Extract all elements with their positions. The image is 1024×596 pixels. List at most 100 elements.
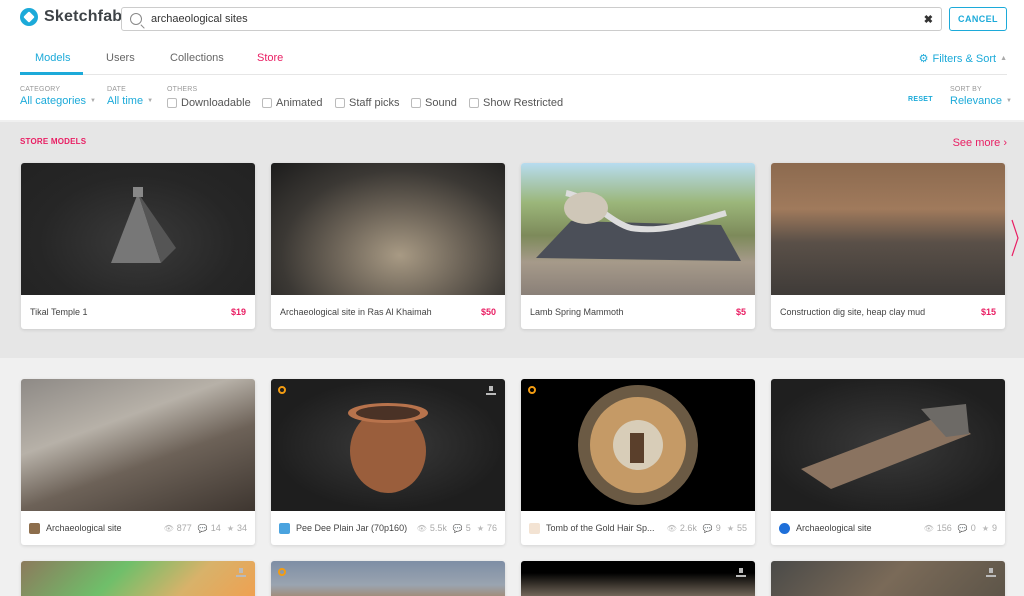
model-card[interactable]: Tomb of the Gold Hair Sp... 👁 2.6k 💬 9 ★ 55 xyxy=(521,379,755,545)
author-avatar[interactable] xyxy=(529,522,540,534)
caret-down-icon: ▼ xyxy=(1005,98,1012,104)
view-count: 877 xyxy=(176,523,192,533)
like-count: 9 xyxy=(991,523,997,533)
staff-pick-badge-icon xyxy=(528,386,536,394)
author-avatar[interactable] xyxy=(29,522,40,534)
checkbox-sound[interactable]: Sound xyxy=(411,97,457,109)
download-icon[interactable] xyxy=(986,568,996,578)
tab-collections[interactable]: Collections xyxy=(170,52,224,64)
tab-store[interactable]: Store xyxy=(257,52,283,64)
model-stats: 👁 156 💬 0 ★ 9 xyxy=(924,523,997,533)
checkbox-label: Show Restricted xyxy=(483,97,564,109)
checkbox-downloadable[interactable]: Downloadable xyxy=(167,97,251,109)
category-label: CATEGORY xyxy=(20,86,61,93)
clear-search-icon[interactable]: ✖ xyxy=(924,13,933,26)
store-card[interactable]: Construction dig site, heap clay mud $15 xyxy=(771,163,1005,329)
sort-label: SORT BY xyxy=(950,86,982,93)
search-input[interactable] xyxy=(151,13,924,25)
store-card[interactable]: Tikal Temple 1 $19 xyxy=(21,163,255,329)
staff-pick-badge-icon xyxy=(278,568,286,576)
checkbox-box[interactable] xyxy=(411,98,421,108)
model-thumbnail xyxy=(21,379,255,511)
see-more-link[interactable]: See more › xyxy=(953,137,1007,149)
download-icon[interactable] xyxy=(486,386,496,396)
comment-count: 14 xyxy=(210,523,221,533)
tab-users[interactable]: Users xyxy=(106,52,135,64)
store-card[interactable]: Archaeological site in Ras Al Khaimah $50 xyxy=(271,163,505,329)
eye-icon: 👁 xyxy=(923,523,934,533)
like-count: 55 xyxy=(736,523,747,533)
checkbox-label: Animated xyxy=(276,97,323,109)
checkbox-show-restricted[interactable]: Show Restricted xyxy=(469,97,563,109)
pyramid-image xyxy=(111,187,176,263)
sort-by[interactable]: SORT BY Relevance ▼ xyxy=(950,86,1012,107)
caret-down-icon: ▼ xyxy=(90,98,96,104)
date-filter[interactable]: DATE All time ▼ xyxy=(107,86,153,107)
model-card[interactable] xyxy=(771,561,1005,596)
eye-icon: 👁 xyxy=(416,523,427,533)
star-icon: ★ xyxy=(981,523,989,533)
checkbox-box[interactable] xyxy=(335,98,345,108)
date-label: DATE xyxy=(107,86,126,93)
results-grid: Archaeological site 👁 877 💬 14 ★ 34 Pee Dee… xyxy=(0,358,1024,596)
card-title: Pee Dee Plain Jar (70p160) xyxy=(296,523,408,533)
view-count: 156 xyxy=(936,523,952,533)
model-card[interactable] xyxy=(21,561,255,596)
comment-icon: 💬 xyxy=(197,523,208,533)
caret-down-icon: ▼ xyxy=(147,98,154,104)
checkbox-box[interactable] xyxy=(469,98,479,108)
star-icon: ★ xyxy=(726,523,734,533)
header: Sketchfab ✖ CANCEL Models Users Collecti… xyxy=(0,0,1024,120)
checkbox-animated[interactable]: Animated xyxy=(262,97,322,109)
cancel-button[interactable]: CANCEL xyxy=(949,7,1007,31)
download-icon[interactable] xyxy=(736,568,746,578)
carousel-next-icon[interactable] xyxy=(1010,218,1020,258)
tab-models[interactable]: Models xyxy=(35,52,70,64)
card-title: Tikal Temple 1 xyxy=(30,307,88,317)
jar-image xyxy=(348,403,428,493)
card-title: Archaeological site xyxy=(46,523,122,533)
price: $5 xyxy=(735,307,746,317)
model-stats: 👁 5.5k 💬 5 ★ 76 xyxy=(417,523,497,533)
model-thumbnail xyxy=(21,163,255,295)
card-title: Lamb Spring Mammoth xyxy=(530,307,624,317)
star-icon: ★ xyxy=(226,523,234,533)
comment-count: 0 xyxy=(970,523,976,533)
sort-value[interactable]: Relevance xyxy=(950,95,1002,107)
reset-button[interactable]: RESET xyxy=(908,96,933,103)
caret-up-icon: ▲ xyxy=(1000,55,1007,62)
checkbox-label: Sound xyxy=(425,97,457,109)
comment-icon: 💬 xyxy=(452,523,463,533)
filters-sort-toggle[interactable]: ⚙ Filters & Sort ▲ xyxy=(919,52,1007,66)
model-thumbnail xyxy=(521,379,755,511)
filter-bar: CATEGORY All categories ▼ DATE All time ▼ … xyxy=(20,86,1012,114)
view-count: 5.5k xyxy=(429,523,447,533)
model-card[interactable] xyxy=(271,561,505,596)
model-card[interactable]: Pee Dee Plain Jar (70p160) 👁 5.5k 💬 5 ★ 76 xyxy=(271,379,505,545)
checkbox-staff-picks[interactable]: Staff picks xyxy=(335,97,400,109)
others-label: OTHERS xyxy=(167,86,198,93)
card-title: Archaeological site xyxy=(796,523,872,533)
category-filter[interactable]: CATEGORY All categories ▼ xyxy=(20,86,96,107)
checkbox-box[interactable] xyxy=(262,98,272,108)
eye-icon: 👁 xyxy=(163,523,174,533)
checkbox-box[interactable] xyxy=(167,98,177,108)
model-thumbnail xyxy=(521,163,755,295)
model-card[interactable] xyxy=(521,561,755,596)
others-filter: OTHERS xyxy=(167,86,197,93)
view-count: 2.6k xyxy=(679,523,697,533)
sketchfab-logo[interactable]: Sketchfab xyxy=(20,8,122,26)
store-models-section: STORE MODELS See more › Tikal Temple 1 $1… xyxy=(0,122,1024,358)
price: $50 xyxy=(480,307,496,317)
model-card[interactable]: Archaeological site 👁 877 💬 14 ★ 34 xyxy=(21,379,255,545)
author-avatar[interactable] xyxy=(779,522,790,534)
author-avatar[interactable] xyxy=(279,522,290,534)
category-value[interactable]: All categories xyxy=(20,95,86,107)
tabs: Models Users Collections Store ⚙ Filters… xyxy=(20,42,1007,75)
excavation-image xyxy=(801,404,971,489)
date-value[interactable]: All time xyxy=(107,95,143,107)
model-card[interactable]: Archaeological site 👁 156 💬 0 ★ 9 xyxy=(771,379,1005,545)
download-icon[interactable] xyxy=(236,568,246,578)
store-card[interactable]: Lamb Spring Mammoth $5 xyxy=(521,163,755,329)
comment-icon: 💬 xyxy=(702,523,713,533)
